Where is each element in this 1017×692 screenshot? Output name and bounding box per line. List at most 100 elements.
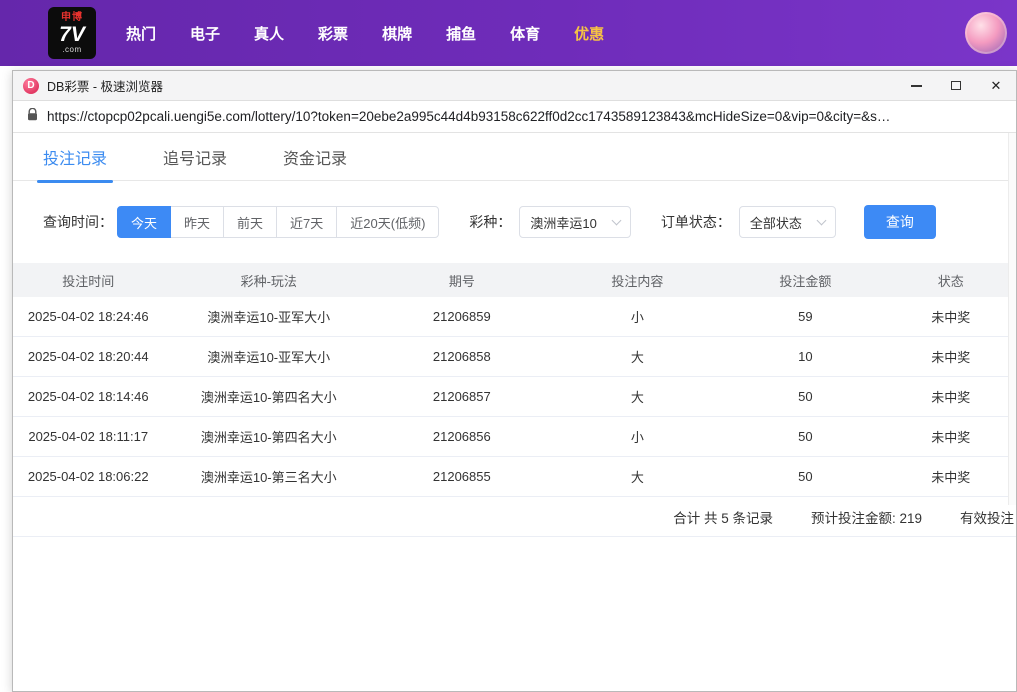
table-cell: 未中奖 bbox=[886, 427, 1016, 446]
minimize-button[interactable] bbox=[896, 71, 936, 100]
nav-item[interactable]: 真人 bbox=[254, 23, 284, 44]
table-cell: 21206857 bbox=[374, 389, 550, 404]
table-cell: 大 bbox=[550, 347, 726, 366]
table-cell: 澳洲幸运10-亚军大小 bbox=[163, 307, 374, 326]
table-cell: 2025-04-02 18:11:17 bbox=[13, 429, 163, 444]
table-cell: 50 bbox=[725, 429, 885, 444]
summary-row: 合计 共 5 条记录 预计投注金额: 219 有效投注 bbox=[13, 497, 1016, 537]
table-cell: 小 bbox=[550, 307, 726, 326]
table-row: 2025-04-02 18:20:44澳洲幸运10-亚军大小21206858大1… bbox=[13, 337, 1016, 377]
close-button[interactable]: ✕ bbox=[976, 71, 1016, 100]
nav-item[interactable]: 热门 bbox=[126, 23, 156, 44]
table-cell: 澳洲幸运10-第四名大小 bbox=[163, 427, 374, 446]
lottery-label: 彩种： bbox=[469, 212, 511, 232]
minimize-icon bbox=[911, 85, 922, 87]
order-status-select[interactable]: 全部状态 bbox=[739, 206, 836, 238]
table-cell: 21206855 bbox=[374, 469, 550, 484]
lock-icon[interactable] bbox=[27, 108, 38, 126]
time-filter-option[interactable]: 昨天 bbox=[170, 206, 224, 238]
tab-bar: 投注记录 追号记录 资金记录 bbox=[13, 133, 1016, 181]
nav-item[interactable]: 电子 bbox=[190, 23, 220, 44]
column-header: 投注内容 bbox=[550, 271, 726, 290]
browser-window: D DB彩票 - 极速浏览器 ✕ https://ctopcp02pcali.u… bbox=[12, 70, 1017, 692]
time-filter-option[interactable]: 近20天(低频) bbox=[336, 206, 439, 238]
table-cell: 未中奖 bbox=[886, 307, 1016, 326]
table-cell: 21206856 bbox=[374, 429, 550, 444]
nav-item[interactable]: 棋牌 bbox=[382, 23, 412, 44]
logo-suffix-text: .com bbox=[62, 46, 81, 54]
tab[interactable]: 投注记录 bbox=[43, 145, 107, 169]
table-row: 2025-04-02 18:14:46澳洲幸运10-第四名大小21206857大… bbox=[13, 377, 1016, 417]
close-icon: ✕ bbox=[991, 79, 1002, 92]
nav-item[interactable]: 捕鱼 bbox=[446, 23, 476, 44]
search-button[interactable]: 查询 bbox=[864, 205, 936, 239]
column-header: 期号 bbox=[374, 271, 550, 290]
maximize-icon bbox=[951, 81, 961, 90]
time-filter-label: 查询时间： bbox=[43, 212, 113, 232]
window-titlebar: D DB彩票 - 极速浏览器 ✕ bbox=[13, 71, 1016, 101]
summary-total: 合计 共 5 条记录 bbox=[673, 507, 773, 527]
table-row: 2025-04-02 18:06:22澳洲幸运10-第三名大小21206855大… bbox=[13, 457, 1016, 497]
table-cell: 2025-04-02 18:14:46 bbox=[13, 389, 163, 404]
window-title: DB彩票 - 极速浏览器 bbox=[47, 76, 163, 95]
table-cell: 澳洲幸运10-第四名大小 bbox=[163, 387, 374, 406]
time-filter-option[interactable]: 今天 bbox=[117, 206, 171, 238]
time-filter-option[interactable]: 前天 bbox=[223, 206, 277, 238]
chevron-down-icon bbox=[816, 215, 826, 225]
table-cell: 未中奖 bbox=[886, 347, 1016, 366]
table-cell: 50 bbox=[725, 469, 885, 484]
table-header-row: 投注时间彩种-玩法期号投注内容投注金额状态 bbox=[13, 263, 1016, 297]
column-header: 投注时间 bbox=[13, 271, 163, 290]
nav-item[interactable]: 优惠 bbox=[574, 23, 604, 44]
table-cell: 21206859 bbox=[374, 309, 550, 324]
maximize-button[interactable] bbox=[936, 71, 976, 100]
table-cell: 10 bbox=[725, 349, 885, 364]
filter-row: 查询时间： 今天昨天前天近7天近20天(低频) 彩种： 澳洲幸运10 订单状态：… bbox=[43, 205, 1016, 239]
top-nav-bar: 申博 7V .com 热门 电子 真人 彩票 棋牌 捕鱼 体育 优惠 bbox=[0, 0, 1017, 66]
bet-records-table: 投注时间彩种-玩法期号投注内容投注金额状态 2025-04-02 18:24:4… bbox=[13, 263, 1016, 537]
tab[interactable]: 追号记录 bbox=[163, 145, 227, 169]
tab[interactable]: 资金记录 bbox=[283, 145, 347, 169]
time-filter-group: 今天昨天前天近7天近20天(低频) bbox=[117, 206, 439, 238]
window-controls: ✕ bbox=[896, 71, 1016, 100]
table-cell: 小 bbox=[550, 427, 726, 446]
table-cell: 澳洲幸运10-第三名大小 bbox=[163, 467, 374, 486]
favicon-icon: D bbox=[23, 78, 39, 94]
lottery-select[interactable]: 澳洲幸运10 bbox=[519, 206, 630, 238]
logo-top-text: 申博 bbox=[61, 13, 83, 23]
logo-main-text: 7V bbox=[59, 24, 85, 45]
table-body: 2025-04-02 18:24:46澳洲幸运10-亚军大小21206859小5… bbox=[13, 297, 1016, 497]
table-row: 2025-04-02 18:11:17澳洲幸运10-第四名大小21206856小… bbox=[13, 417, 1016, 457]
summary-valid-bet: 有效投注 bbox=[960, 507, 1014, 527]
lottery-select-value: 澳洲幸运10 bbox=[530, 213, 596, 232]
url-text[interactable]: https://ctopcp02pcali.uengi5e.com/lotter… bbox=[47, 109, 890, 124]
table-cell: 大 bbox=[550, 467, 726, 486]
time-filter-option[interactable]: 近7天 bbox=[276, 206, 337, 238]
table-cell: 2025-04-02 18:20:44 bbox=[13, 349, 163, 364]
column-header: 彩种-玩法 bbox=[163, 271, 374, 290]
scrollbar[interactable] bbox=[1008, 133, 1016, 505]
summary-expected-amount: 预计投注金额: 219 bbox=[811, 507, 922, 527]
nav-item[interactable]: 体育 bbox=[510, 23, 540, 44]
table-row: 2025-04-02 18:24:46澳洲幸运10-亚军大小21206859小5… bbox=[13, 297, 1016, 337]
table-cell: 50 bbox=[725, 389, 885, 404]
address-bar[interactable]: https://ctopcp02pcali.uengi5e.com/lotter… bbox=[13, 101, 1016, 133]
order-status-value: 全部状态 bbox=[750, 213, 802, 232]
site-logo[interactable]: 申博 7V .com bbox=[48, 7, 96, 59]
column-header: 投注金额 bbox=[725, 271, 885, 290]
order-status-label: 订单状态： bbox=[661, 212, 731, 232]
top-nav: 热门 电子 真人 彩票 棋牌 捕鱼 体育 优惠 bbox=[126, 23, 604, 44]
table-cell: 2025-04-02 18:24:46 bbox=[13, 309, 163, 324]
table-cell: 大 bbox=[550, 387, 726, 406]
nav-item[interactable]: 彩票 bbox=[318, 23, 348, 44]
table-cell: 21206858 bbox=[374, 349, 550, 364]
chevron-down-icon bbox=[611, 215, 621, 225]
page-content: 投注记录 追号记录 资金记录 查询时间： 今天昨天前天近7天近20天(低频) 彩种：… bbox=[13, 133, 1016, 691]
table-cell: 2025-04-02 18:06:22 bbox=[13, 469, 163, 484]
column-header: 状态 bbox=[886, 271, 1016, 290]
table-cell: 59 bbox=[725, 309, 885, 324]
table-cell: 澳洲幸运10-亚军大小 bbox=[163, 347, 374, 366]
user-avatar[interactable] bbox=[965, 12, 1007, 54]
table-cell: 未中奖 bbox=[886, 387, 1016, 406]
table-cell: 未中奖 bbox=[886, 467, 1016, 486]
